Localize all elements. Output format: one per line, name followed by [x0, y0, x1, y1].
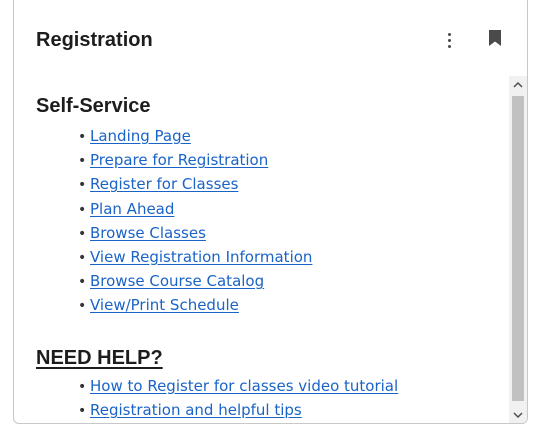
more-vertical-icon[interactable]: [442, 28, 456, 52]
bullet-icon: •: [78, 403, 87, 420]
list-item: • View Registration Information: [78, 245, 312, 269]
bullet-icon: •: [78, 177, 87, 194]
link-browse-course-catalog[interactable]: Browse Course Catalog: [90, 272, 264, 290]
bullet-icon: •: [78, 201, 87, 218]
self-service-link-list: • Landing Page • Prepare for Registration …: [78, 124, 312, 318]
link-register-for-classes[interactable]: Register for Classes: [90, 175, 238, 193]
card-content: Self-Service • Landing Page • Prepare for …: [14, 76, 509, 423]
need-help-link-list: • How to Register for classes video tutor…: [78, 374, 398, 422]
list-item: • Register for Classes: [78, 172, 312, 196]
link-landing-page[interactable]: Landing Page: [90, 127, 191, 145]
chevron-down-icon[interactable]: [509, 406, 527, 423]
bullet-icon: •: [78, 225, 87, 242]
list-item: • Browse Course Catalog: [78, 269, 312, 293]
need-help-heading: NEED HELP?: [36, 347, 163, 369]
self-service-heading: Self-Service: [36, 95, 151, 117]
list-item: • Registration and helpful tips: [78, 398, 398, 422]
link-view-print-schedule[interactable]: View/Print Schedule: [90, 296, 239, 314]
link-prepare-for-registration[interactable]: Prepare for Registration: [90, 151, 268, 169]
list-item: • Plan Ahead: [78, 197, 312, 221]
card-title: Registration: [36, 29, 153, 51]
list-item: • View/Print Schedule: [78, 293, 312, 317]
link-view-registration-information[interactable]: View Registration Information: [90, 248, 312, 266]
list-item: • Prepare for Registration: [78, 148, 312, 172]
list-item: • Browse Classes: [78, 221, 312, 245]
bullet-icon: •: [78, 153, 87, 170]
link-how-to-register-video[interactable]: How to Register for classes video tutori…: [90, 377, 398, 395]
list-item: • Landing Page: [78, 124, 312, 148]
link-plan-ahead[interactable]: Plan Ahead: [90, 200, 174, 218]
bullet-icon: •: [78, 274, 87, 291]
bullet-icon: •: [78, 249, 87, 266]
link-browse-classes[interactable]: Browse Classes: [90, 224, 206, 242]
bullet-icon: •: [78, 379, 87, 395]
vertical-scrollbar[interactable]: [509, 76, 527, 423]
scrollbar-thumb[interactable]: [512, 96, 524, 401]
bullet-icon: •: [78, 298, 87, 315]
registration-card: Registration Self-Service • Landing Page …: [13, 0, 528, 424]
bookmark-icon[interactable]: [488, 29, 502, 47]
list-item: • How to Register for classes video tutor…: [78, 374, 398, 398]
chevron-up-icon[interactable]: [509, 76, 527, 94]
bullet-icon: •: [78, 129, 87, 145]
link-registration-helpful-tips[interactable]: Registration and helpful tips: [90, 401, 302, 419]
